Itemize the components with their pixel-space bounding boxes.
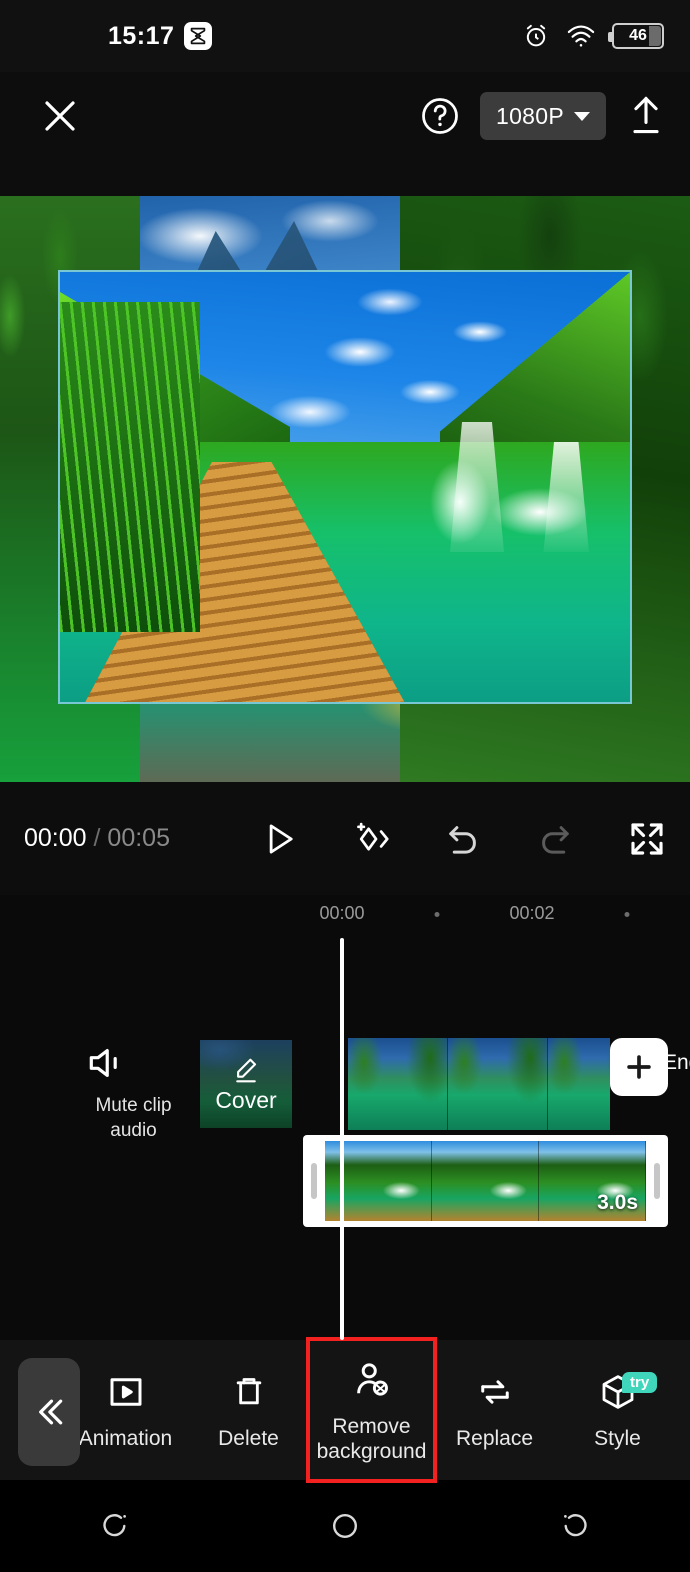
pencil-edit-icon [231, 1055, 261, 1085]
clip-tools-toolbar: Animation Delete Remove background Repla… [0, 1337, 690, 1483]
tool-remove-background[interactable]: Remove background [306, 1337, 437, 1483]
export-upload-icon [624, 92, 668, 140]
track-thumbnail [448, 1038, 548, 1130]
selected-overlay-clip[interactable] [58, 270, 632, 704]
track-thumbnail [548, 1038, 610, 1130]
clip-trim-handle-right[interactable] [646, 1135, 668, 1227]
status-bar-right: 46 [522, 22, 664, 50]
video-preview-canvas[interactable] [0, 196, 690, 782]
player-buttons [258, 818, 668, 860]
tool-style[interactable]: try Style [556, 1340, 679, 1480]
close-x-icon [36, 92, 84, 140]
clip-duration-badge: 3.0s [597, 1191, 638, 1214]
timeline-panel[interactable]: 00:00 00:02 Mute clip audio Cover En 3.0… [0, 895, 690, 1340]
main-video-track[interactable] [348, 1038, 610, 1130]
double-chevron-left-icon [29, 1392, 69, 1432]
android-navigation-bar [0, 1480, 690, 1572]
question-mark-circle-icon [418, 94, 462, 138]
timeline-playhead[interactable] [340, 938, 344, 1340]
cover-button[interactable]: Cover [200, 1040, 292, 1128]
mute-clip-audio-button[interactable]: Mute clip audio [86, 1043, 181, 1143]
resolution-selector-button[interactable]: 1080P [479, 92, 606, 140]
time-separator: / [93, 824, 101, 852]
player-control-bar: 00:00 / 00:05 [0, 782, 690, 895]
tool-label: Remove background [316, 1414, 427, 1463]
export-button[interactable] [624, 92, 668, 140]
clip-trim-handle-left[interactable] [303, 1135, 325, 1227]
top-bar-actions: 1080P [418, 92, 668, 140]
recents-icon[interactable] [93, 1504, 137, 1548]
playback-time: 00:00 / 00:05 [24, 824, 170, 853]
alarm-clock-icon [522, 22, 550, 50]
animation-play-frame-icon [103, 1369, 149, 1415]
status-bar-left: 15:17 [108, 21, 213, 51]
tool-list: Animation Delete Remove background Repla… [0, 1337, 690, 1483]
ruler-tick-dot [434, 912, 440, 917]
speaker-mute-icon [86, 1043, 181, 1083]
tool-label: Style [594, 1427, 641, 1450]
replace-loop-arrows-icon [472, 1369, 518, 1415]
clip-thumbnail [432, 1141, 539, 1221]
selected-timeline-clip[interactable]: 3.0s [303, 1135, 668, 1227]
fullscreen-button[interactable] [626, 818, 668, 860]
add-clip-button[interactable] [610, 1038, 668, 1096]
keyframe-button[interactable] [350, 818, 392, 860]
resolution-label: 1080P [495, 102, 564, 129]
editor-top-bar: 1080P [0, 72, 690, 195]
status-bar-clock: 15:17 [108, 21, 175, 50]
battery-indicator: 46 [608, 23, 664, 49]
tool-label: Replace [455, 1427, 534, 1450]
collapse-toolbar-button[interactable] [18, 1358, 80, 1466]
plus-icon [622, 1050, 656, 1084]
help-button[interactable] [418, 94, 462, 138]
battery-level: 46 [629, 27, 647, 44]
home-circle-icon[interactable] [323, 1504, 367, 1548]
trash-delete-icon [226, 1369, 272, 1415]
close-editor-button[interactable] [36, 92, 84, 140]
cover-label: Cover [215, 1086, 277, 1113]
ruler-tick-dot [624, 912, 630, 917]
tool-label: Delete [218, 1427, 279, 1450]
track-thumbnail [348, 1038, 448, 1130]
try-badge: try [622, 1372, 658, 1393]
remove-background-person-icon [349, 1357, 395, 1403]
tool-animation[interactable]: Animation [64, 1340, 187, 1480]
app-screen: 15:17 46 1080P 00:00 / 00:05 00:00 00:02… [0, 0, 690, 1572]
tool-replace[interactable]: Replace [433, 1340, 556, 1480]
redo-button[interactable] [534, 818, 576, 860]
back-icon[interactable] [553, 1504, 597, 1548]
capcut-logo-icon [184, 22, 213, 50]
play-button[interactable] [258, 818, 300, 860]
chevron-down-icon [574, 111, 590, 121]
tool-label: Animation [78, 1427, 173, 1450]
clip-thumbnail-strip: 3.0s [325, 1141, 646, 1221]
ruler-tick-label: 00:00 [319, 903, 365, 923]
undo-button[interactable] [442, 818, 484, 860]
tool-delete[interactable]: Delete [187, 1340, 310, 1480]
tool-extract[interactable]: Extract [679, 1340, 690, 1480]
status-bar: 15:17 46 [0, 0, 690, 72]
current-time: 00:00 [24, 824, 87, 852]
timeline-ruler[interactable]: 00:00 00:02 [0, 895, 690, 937]
ruler-tick-label: 00:02 [509, 903, 555, 923]
wifi-icon [566, 23, 596, 49]
mute-clip-audio-label: Mute clip audio [95, 1095, 172, 1141]
total-time: 00:05 [107, 824, 170, 852]
